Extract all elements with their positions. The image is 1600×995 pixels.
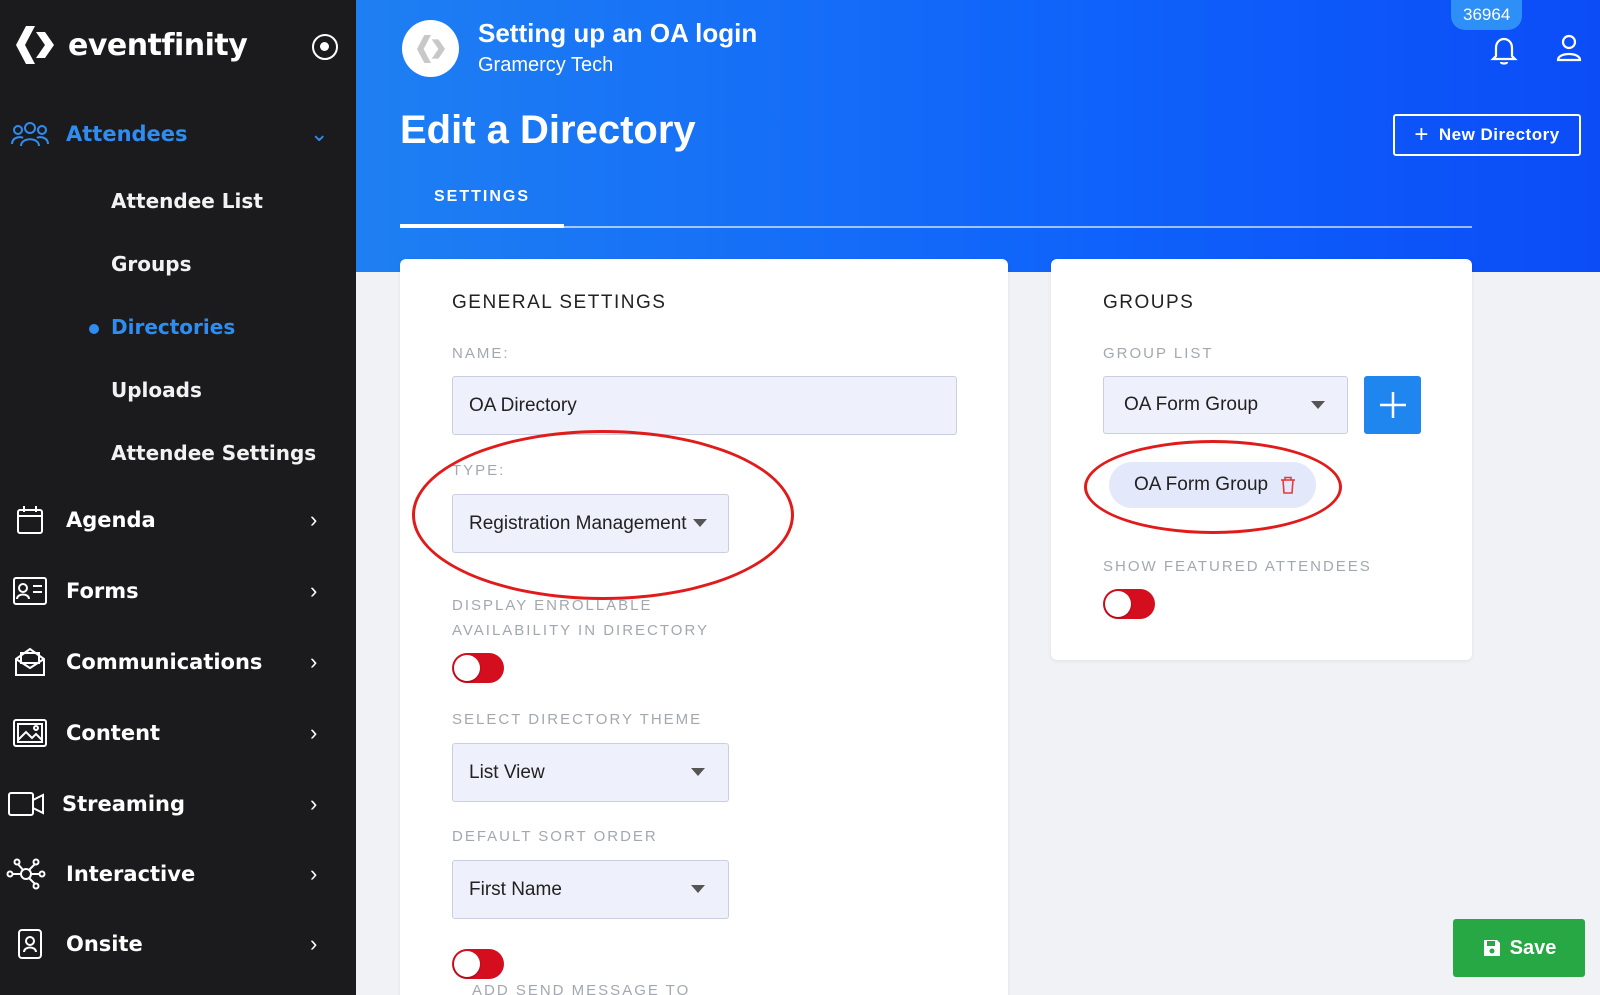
brand-name: eventfinity bbox=[68, 27, 248, 63]
sidebar-item-groups[interactable]: Groups bbox=[111, 252, 191, 276]
image-icon bbox=[10, 717, 50, 749]
new-directory-button[interactable]: + New Directory bbox=[1393, 114, 1581, 156]
theme-select[interactable]: List View bbox=[452, 743, 729, 802]
chevron-right-icon: › bbox=[310, 931, 318, 956]
enrollable-label-line2: AVAILABILITY IN DIRECTORY bbox=[452, 622, 710, 639]
send-message-label: ADD SEND MESSAGE TO bbox=[472, 982, 691, 995]
chevron-right-icon: › bbox=[310, 720, 318, 745]
general-settings-title: GENERAL SETTINGS bbox=[452, 292, 667, 313]
sidebar-section-label: Content bbox=[66, 721, 161, 745]
sidebar-item-directories[interactable]: Directories bbox=[111, 315, 235, 339]
sidebar-section-interactive[interactable]: Interactive › bbox=[0, 846, 356, 902]
group-select-value: OA Form Group bbox=[1124, 394, 1259, 415]
enrollable-toggle[interactable] bbox=[452, 653, 504, 683]
video-icon bbox=[6, 788, 46, 820]
name-input-value: OA Directory bbox=[469, 394, 577, 416]
featured-label: SHOW FEATURED ATTENDEES bbox=[1103, 558, 1372, 575]
page-title: Edit a Directory bbox=[400, 108, 696, 152]
event-logo bbox=[402, 20, 459, 77]
sidebar-section-label: Forms bbox=[66, 579, 139, 603]
name-input[interactable]: OA Directory bbox=[452, 376, 957, 435]
badge-icon bbox=[10, 928, 50, 960]
sort-label: DEFAULT SORT ORDER bbox=[452, 828, 658, 845]
sidebar-section-label: Interactive bbox=[66, 862, 196, 886]
send-message-toggle[interactable] bbox=[452, 949, 504, 979]
event-title[interactable]: Setting up an OA login bbox=[478, 18, 757, 49]
save-button[interactable]: Save bbox=[1453, 919, 1585, 977]
plus-icon bbox=[1379, 392, 1406, 418]
group-list-label: GROUP LIST bbox=[1103, 345, 1214, 362]
sidebar-section-agenda[interactable]: Agenda › bbox=[0, 492, 356, 548]
sidebar-section-onsite[interactable]: Onsite › bbox=[0, 916, 356, 972]
sidebar-section-label: Onsite bbox=[66, 932, 143, 956]
sidebar: eventfinity Attendees ⌄ Attendee List Gr… bbox=[0, 0, 356, 995]
sidebar-item-uploads[interactable]: Uploads bbox=[111, 378, 202, 402]
name-label: NAME: bbox=[452, 345, 510, 362]
plus-icon: + bbox=[1414, 121, 1429, 148]
sidebar-section-label: Agenda bbox=[66, 508, 156, 532]
sidebar-item-attendee-list[interactable]: Attendee List bbox=[111, 189, 263, 213]
sidebar-section-streaming[interactable]: Streaming › bbox=[0, 776, 356, 832]
envelope-icon bbox=[10, 646, 50, 678]
chevron-right-icon: › bbox=[310, 861, 318, 886]
chevron-down-icon: ⌄ bbox=[310, 121, 329, 146]
sidebar-section-forms[interactable]: Forms › bbox=[0, 563, 356, 619]
sidebar-item-attendee-settings[interactable]: Attendee Settings bbox=[111, 441, 316, 465]
user-icon[interactable] bbox=[1554, 32, 1584, 64]
network-icon bbox=[6, 858, 46, 890]
save-label: Save bbox=[1509, 936, 1557, 959]
sidebar-section-content[interactable]: Content › bbox=[0, 705, 356, 761]
chevron-right-icon: › bbox=[310, 578, 318, 603]
target-icon[interactable] bbox=[312, 34, 338, 60]
eventfinity-logo-icon bbox=[416, 34, 445, 63]
dropdown-arrow-icon bbox=[691, 885, 705, 893]
bell-icon[interactable] bbox=[1488, 34, 1520, 66]
add-group-button[interactable] bbox=[1364, 376, 1421, 434]
featured-toggle[interactable] bbox=[1103, 589, 1155, 619]
sidebar-section-label: Attendees bbox=[66, 122, 188, 146]
dropdown-arrow-icon bbox=[1311, 401, 1325, 409]
active-tab-indicator bbox=[400, 224, 564, 228]
event-subtitle: Gramercy Tech bbox=[478, 54, 614, 76]
sidebar-section-label: Streaming bbox=[62, 792, 185, 816]
groups-title: GROUPS bbox=[1103, 292, 1195, 313]
chevron-right-icon: › bbox=[310, 507, 318, 532]
eventfinity-logo-icon bbox=[16, 26, 54, 64]
tab-settings[interactable]: SETTINGS bbox=[400, 188, 564, 228]
chevron-right-icon: › bbox=[310, 791, 318, 816]
floppy-disk-icon bbox=[1483, 940, 1500, 956]
theme-select-value: List View bbox=[469, 761, 545, 783]
theme-label: SELECT DIRECTORY THEME bbox=[452, 711, 703, 728]
sort-select[interactable]: First Name bbox=[452, 860, 729, 919]
attendees-icon bbox=[10, 118, 50, 150]
form-icon bbox=[10, 575, 50, 607]
dropdown-arrow-icon bbox=[691, 768, 705, 776]
active-dot-icon bbox=[89, 324, 99, 334]
sidebar-section-label: Communications bbox=[66, 650, 263, 674]
sort-select-value: First Name bbox=[469, 878, 562, 900]
sidebar-section-attendees[interactable]: Attendees ⌄ bbox=[0, 106, 356, 162]
chevron-right-icon: › bbox=[310, 649, 318, 674]
group-select[interactable]: OA Form Group bbox=[1103, 376, 1348, 434]
sidebar-section-communications[interactable]: Communications › bbox=[0, 634, 356, 690]
annotation-ellipse-type bbox=[412, 430, 794, 600]
new-directory-label: New Directory bbox=[1438, 125, 1560, 144]
annotation-ellipse-group bbox=[1084, 440, 1342, 534]
brand[interactable]: eventfinity bbox=[12, 22, 248, 68]
notification-count-badge: 36964 bbox=[1451, 0, 1523, 30]
calendar-icon bbox=[10, 504, 50, 536]
